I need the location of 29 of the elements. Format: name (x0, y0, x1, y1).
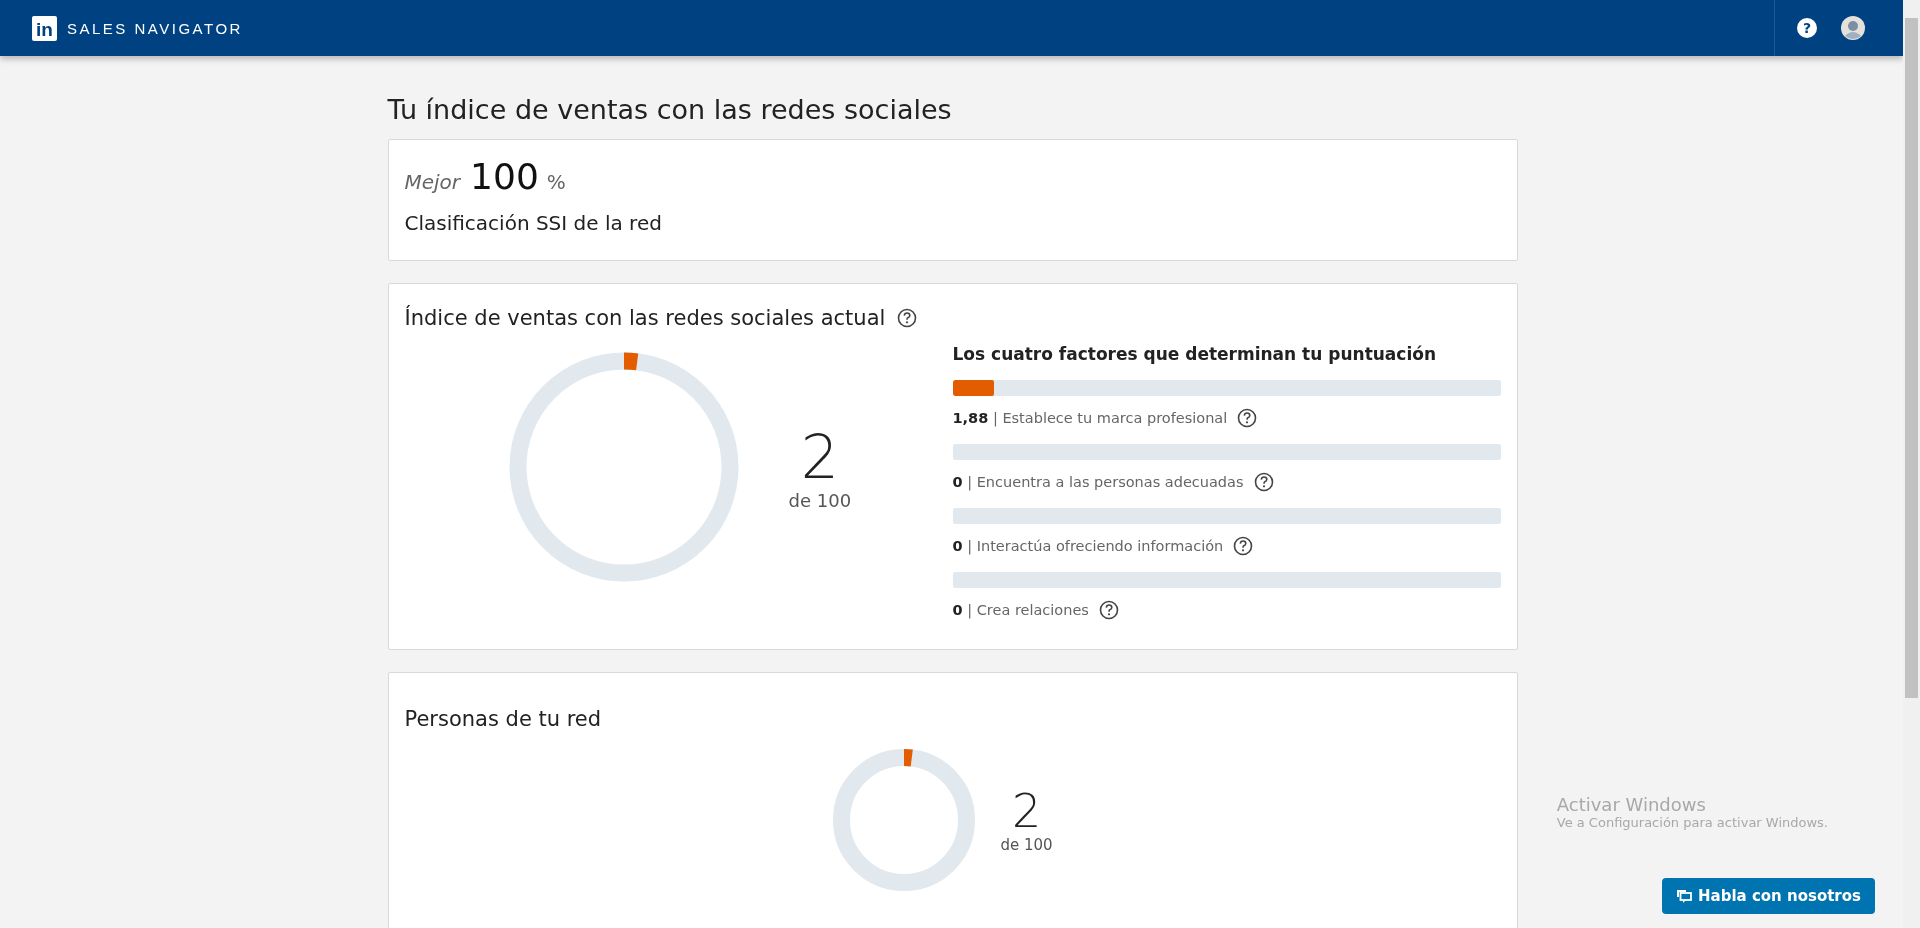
score-value: 2 (1011, 786, 1042, 836)
rank-prefix: Mejor (404, 170, 461, 194)
score-total: de 100 (1000, 836, 1053, 854)
activation-text: Ve a Configuración para activar Windows. (1556, 815, 1828, 830)
score-value: 2 (800, 423, 839, 490)
help-icon[interactable] (1253, 472, 1274, 492)
card-title: Personas de tu red (404, 707, 602, 731)
factors-title: Los cuatro factores que determinan tu puntuación (952, 344, 1437, 364)
card-title: Índice de ventas con las redes sociales actual (404, 306, 886, 330)
chat-icon (1676, 889, 1692, 903)
rank-label: Clasificación SSI de la red (404, 211, 663, 235)
help-icon[interactable] (1098, 600, 1119, 620)
help-button[interactable]: ? (1797, 18, 1817, 38)
factor-label: 1,88 | Establece tu marca profesional (952, 410, 1228, 426)
logo-icon[interactable]: in (32, 15, 57, 41)
help-icon[interactable] (1237, 408, 1258, 428)
help-icon[interactable] (897, 308, 918, 328)
rank-value: 100 (470, 156, 539, 197)
avatar-icon[interactable] (1841, 16, 1865, 40)
chat-button[interactable]: Habla con nosotros (1662, 878, 1875, 914)
help-icon[interactable] (1233, 536, 1254, 556)
factor-label: 0 | Interactúa ofreciendo información (952, 538, 1224, 554)
factor-label: 0 | Encuentra a las personas adecuadas (952, 474, 1244, 490)
factor-label: 0 | Crea relaciones (952, 602, 1089, 618)
product-name: SALES NAVIGATOR (67, 19, 243, 37)
page-title: Tu índice de ventas con las redes sociales (387, 94, 953, 125)
activation-title: Activar Windows (1556, 794, 1707, 815)
rank-unit: % (546, 170, 566, 194)
score-total: de 100 (788, 489, 852, 511)
